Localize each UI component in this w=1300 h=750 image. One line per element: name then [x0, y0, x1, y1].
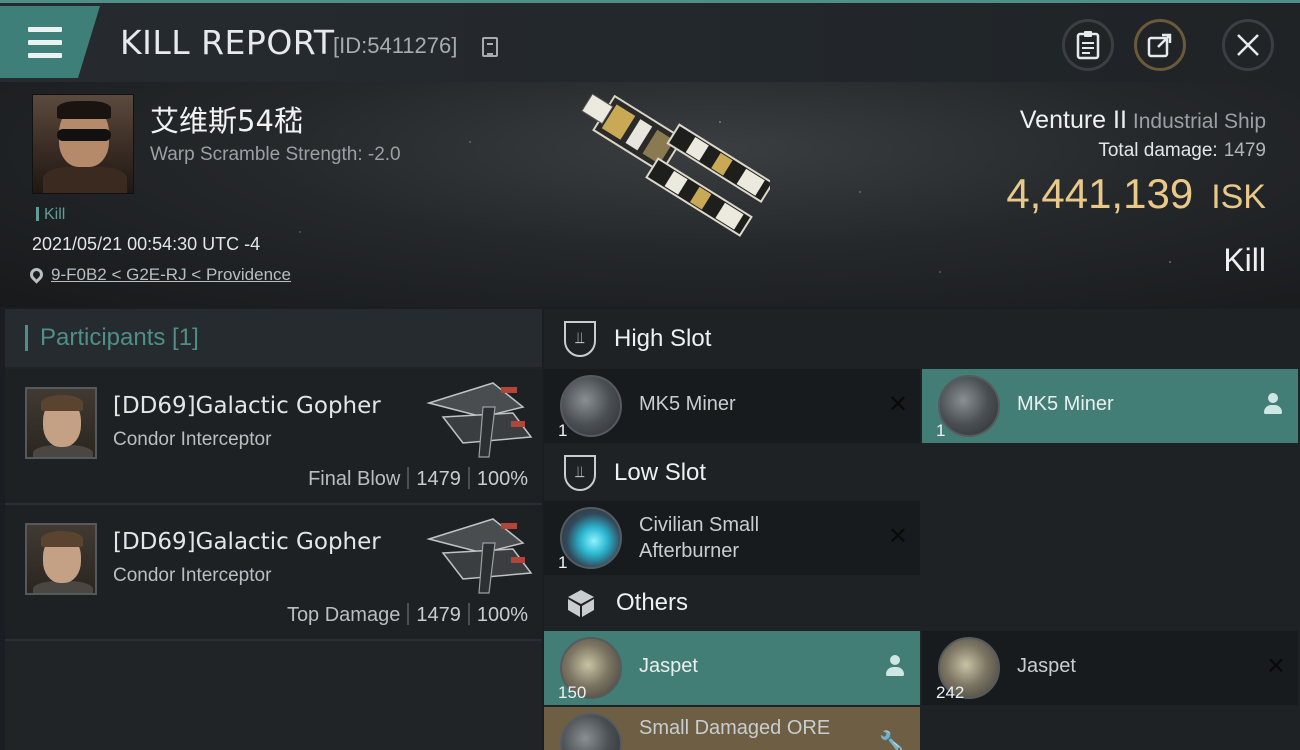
share-icon: [1147, 33, 1172, 58]
kill-datetime: 2021/05/21 00:54:30 UTC -4: [32, 234, 261, 254]
fitting-panel: ⫫ High Slot 1 MK5 Miner ✕ 1 MK5 Miner ⫫ …: [544, 309, 1300, 750]
participant-row[interactable]: [DD69]Galactic Gopher Condor Interceptor…: [5, 369, 542, 505]
cube-icon: [568, 590, 594, 617]
item-quantity: 1: [936, 421, 946, 440]
low-slot-label: Low Slot: [614, 459, 707, 486]
location-link[interactable]: 9-F0B2 < G2E-RJ < Providence: [51, 265, 291, 284]
participants-header: Participants [1]: [5, 309, 542, 367]
module-item[interactable]: 1 MK5 Miner ✕: [544, 369, 920, 443]
dropped-person-icon: [886, 655, 904, 677]
pilot-role: Final Blow: [308, 468, 401, 490]
pilot-ship: Condor Interceptor: [113, 565, 272, 586]
victim-avatar[interactable]: [32, 94, 134, 194]
report-id: [ID:5411276]: [333, 33, 458, 58]
item-name: MK5 Miner: [1017, 393, 1114, 415]
pilot-name: [DD69]Galactic Gopher: [113, 529, 381, 555]
others-label: Others: [616, 589, 689, 616]
page-title: KILL REPORT: [120, 23, 335, 62]
kill-tag: Kill: [36, 206, 65, 224]
slot-shield-icon: ⫫: [564, 321, 596, 357]
hamburger-icon: [28, 23, 62, 62]
wrench-icon: 🔧: [879, 731, 904, 750]
isk-unit: ISK: [1211, 178, 1266, 216]
item-name-line-1: Civilian Small: [639, 514, 760, 536]
warp-scramble-strength: Warp Scramble Strength: -2.0: [150, 144, 401, 165]
pilot-stats: Final Blow 1479 100%: [308, 467, 528, 491]
victim-header: 艾维斯54嵇 Warp Scramble Strength: -2.0 Kill…: [0, 82, 1300, 307]
close-button[interactable]: [1222, 19, 1274, 71]
destroyed-x-icon: ✕: [887, 391, 908, 418]
ship-class: Industrial Ship: [1132, 110, 1266, 133]
item-quantity: 1: [558, 553, 568, 572]
others-header: Others: [544, 573, 1300, 633]
cargo-item[interactable]: 242 Jaspet ✕: [922, 631, 1298, 705]
cargo-item[interactable]: 150 Jaspet: [544, 631, 920, 705]
item-name: Small Damaged ORE: [639, 717, 831, 739]
total-damage-value: 1479: [1223, 140, 1266, 161]
close-icon: [1237, 34, 1259, 56]
high-slot-header: ⫫ High Slot: [544, 309, 1300, 369]
share-button[interactable]: [1134, 19, 1186, 71]
item-name: Jaspet: [1017, 655, 1076, 677]
avatar[interactable]: [25, 387, 97, 459]
pilot-name: [DD69]Galactic Gopher: [113, 393, 381, 419]
location-pin-icon: [27, 265, 46, 284]
pilot-ship: Condor Interceptor: [113, 429, 272, 450]
kill-location[interactable]: 9-F0B2 < G2E-RJ < Providence: [27, 265, 291, 285]
dropped-person-icon: [1264, 393, 1282, 415]
clipboard-button[interactable]: [1062, 19, 1114, 71]
menu-button[interactable]: [0, 6, 100, 78]
total-damage-label: Total damage:: [1098, 140, 1218, 161]
pilot-stats: Top Damage 1479 100%: [287, 603, 528, 627]
pilot-damage-percent: 100%: [476, 604, 528, 626]
mining-laser-icon: [938, 375, 1000, 437]
item-quantity: 1: [558, 421, 568, 440]
afterburner-icon: [560, 507, 622, 569]
victim-name[interactable]: 艾维斯54嵇: [150, 98, 303, 140]
participants-panel: Participants [1] [DD69]Galactic Gopher C…: [5, 309, 542, 750]
slot-shield-icon: ⫫: [564, 455, 596, 491]
attacker-ship-image: [426, 518, 533, 594]
item-name: MK5 Miner: [639, 393, 736, 415]
mining-laser-icon: [560, 375, 622, 437]
item-name: Civilian Small Afterburner: [639, 512, 849, 564]
item-quantity: 242: [936, 683, 965, 702]
victim-ship[interactable]: Venture II Industrial Ship: [1020, 106, 1266, 135]
victim-ship-image: [581, 93, 770, 237]
avatar[interactable]: [25, 523, 97, 595]
module-item[interactable]: 1 MK5 Miner: [922, 369, 1298, 443]
kill-result: Kill: [1223, 242, 1266, 278]
item-quantity: 150: [558, 683, 587, 702]
destroyed-x-icon: ✕: [887, 523, 908, 550]
module-item[interactable]: 1 Civilian Small Afterburner ✕: [544, 501, 920, 575]
isk-amount: 4,441,139: [1006, 170, 1194, 217]
pilot-role: Top Damage: [286, 604, 401, 626]
participant-row[interactable]: [DD69]Galactic Gopher Condor Interceptor…: [5, 505, 542, 641]
clipboard-icon: [1076, 31, 1100, 60]
pilot-damage: 1479: [416, 468, 461, 490]
destroyed-x-icon: ✕: [1265, 653, 1286, 680]
pilot-damage-percent: 100%: [476, 468, 528, 490]
cargo-item[interactable]: Small Damaged ORE 🔧: [544, 707, 920, 750]
top-bar: KILL REPORT [ID:5411276]: [0, 0, 1300, 82]
low-slot-header: ⫫ Low Slot: [544, 443, 1300, 503]
isk-value: 4,441,139 ISK: [1006, 170, 1266, 218]
copy-icon[interactable]: [482, 37, 498, 57]
item-name: Jaspet: [639, 655, 698, 677]
high-slot-label: High Slot: [614, 325, 712, 352]
item-name-line-2: Afterburner: [639, 540, 740, 562]
ship-name: Venture II: [1019, 106, 1127, 134]
attacker-ship-image: [426, 382, 533, 458]
pilot-damage: 1479: [416, 604, 461, 626]
ore-processing-icon: [560, 713, 622, 750]
total-damage: Total damage: 1479: [1098, 140, 1266, 162]
